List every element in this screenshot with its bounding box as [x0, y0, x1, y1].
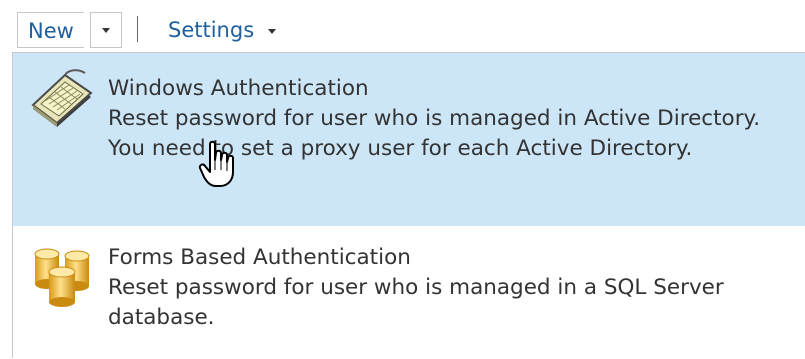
- chevron-down-icon[interactable]: [268, 29, 276, 34]
- menu-item-description: Reset password for user who is managed i…: [108, 275, 724, 330]
- database-icon: [34, 248, 90, 307]
- menu-item-forms-based-authentication[interactable]: Forms Based Authentication Reset passwor…: [13, 226, 805, 359]
- new-dropdown-button[interactable]: [90, 12, 122, 48]
- toolbar-divider: [137, 16, 138, 42]
- toolbar: New Settings: [0, 0, 805, 56]
- keyboard-icon: [31, 69, 93, 127]
- chevron-down-icon: [102, 28, 110, 33]
- menu-item-windows-authentication[interactable]: Windows Authentication Reset password fo…: [13, 53, 805, 226]
- menu-item-description: Reset password for user who is managed i…: [108, 106, 761, 161]
- menu-item-title: Forms Based Authentication: [108, 245, 411, 270]
- new-dropdown-menu: Windows Authentication Reset password fo…: [12, 52, 805, 359]
- settings-menu-button[interactable]: Settings: [168, 12, 254, 48]
- menu-item-text: Windows Authentication Reset password fo…: [108, 74, 788, 164]
- new-button[interactable]: New: [17, 12, 84, 48]
- menu-item-title: Windows Authentication: [108, 76, 369, 101]
- menu-item-text: Forms Based Authentication Reset passwor…: [108, 243, 788, 333]
